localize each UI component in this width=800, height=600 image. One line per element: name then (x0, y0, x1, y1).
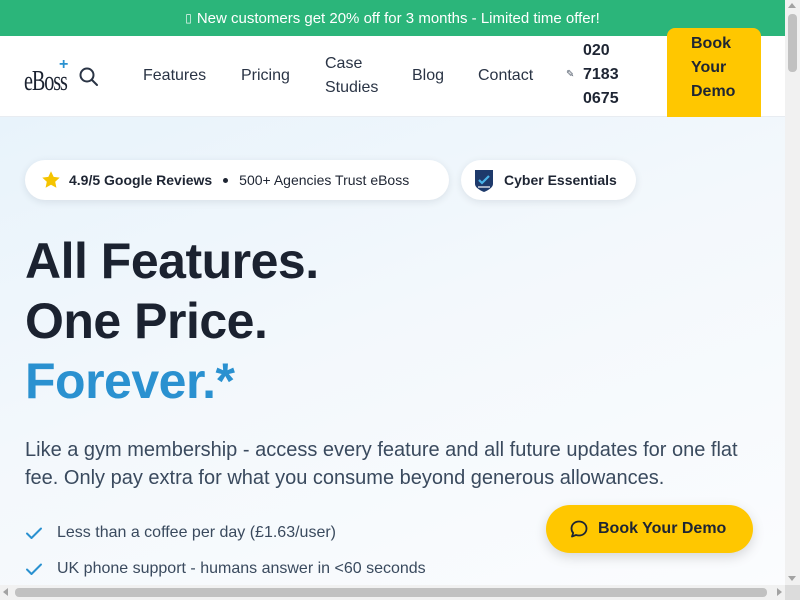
eboss-logo[interactable]: eBoss + (24, 56, 70, 100)
feature-bullet: UK phone support - humans answer in <60 … (25, 560, 426, 578)
agencies-trust-text: 500+ Agencies Trust eBoss (239, 172, 410, 188)
floating-book-demo-button[interactable]: Book Your Demo (546, 505, 753, 553)
floating-button-label: Book Your Demo (598, 520, 727, 537)
horizontal-scroll-thumb[interactable] (15, 588, 767, 597)
hero-subtitle: Like a gym membership - access every fea… (25, 439, 738, 489)
cyber-essentials-badge: Cyber Essentials (461, 160, 636, 200)
search-button[interactable] (78, 66, 100, 88)
star-icon (42, 171, 60, 188)
nav-features[interactable]: Features (143, 64, 206, 88)
phone-link[interactable]: ✎ 020 7183 0675 (566, 39, 633, 111)
promo-banner-text: New customers get 20% off for 3 months -… (196, 9, 600, 27)
scrollbar-corner (785, 585, 800, 600)
nav-blog[interactable]: Blog (412, 64, 444, 88)
headline-line-3: Forever.* (25, 353, 235, 409)
nav-case-studies[interactable]: Case Studies (325, 52, 385, 100)
feature-bullet-text: UK phone support - humans answer in <60 … (57, 560, 426, 577)
feature-bullet: Less than a coffee per day (£1.63/user) (25, 524, 336, 542)
search-icon (79, 67, 98, 86)
separator-dot (223, 177, 229, 183)
google-rating: 4.9/5 Google Reviews (69, 172, 213, 188)
horizontal-scrollbar[interactable] (0, 585, 785, 600)
scroll-left-arrow-icon[interactable] (3, 588, 8, 596)
vertical-scrollbar[interactable] (785, 0, 800, 585)
nav-contact[interactable]: Contact (478, 64, 533, 88)
nav-pricing[interactable]: Pricing (241, 64, 290, 88)
checkmark-icon (26, 527, 42, 539)
phone-icon: ✎ (566, 68, 575, 80)
promo-banner[interactable]: ▯ New customers get 20% off for 3 months… (0, 0, 785, 36)
headline-line-2: One Price. (25, 293, 268, 349)
book-demo-button[interactable]: Book Your Demo (667, 28, 761, 124)
vertical-scroll-thumb[interactable] (788, 14, 797, 72)
hero-headline: All Features. One Price. Forever.* (25, 231, 319, 411)
reviews-badge: 4.9/5 Google Reviews 500+ Agencies Trust… (25, 160, 449, 200)
cyber-essentials-shield-icon (475, 170, 493, 192)
scroll-down-arrow-icon[interactable] (788, 576, 796, 581)
site-header: eBoss + Features Pricing Case Studies Bl… (0, 28, 785, 124)
feature-bullet-text: Less than a coffee per day (£1.63/user) (57, 524, 336, 541)
checkmark-icon (26, 563, 42, 575)
logo-plus-mark: + (59, 56, 69, 73)
chat-bubble-icon (570, 520, 588, 538)
cyber-essentials-label: Cyber Essentials (504, 172, 617, 188)
scroll-up-arrow-icon[interactable] (788, 3, 796, 8)
headline-line-1: All Features. (25, 233, 319, 289)
scroll-right-arrow-icon[interactable] (777, 588, 782, 596)
gift-icon: ▯ (185, 11, 192, 25)
phone-number: 020 7183 0675 (583, 42, 619, 107)
